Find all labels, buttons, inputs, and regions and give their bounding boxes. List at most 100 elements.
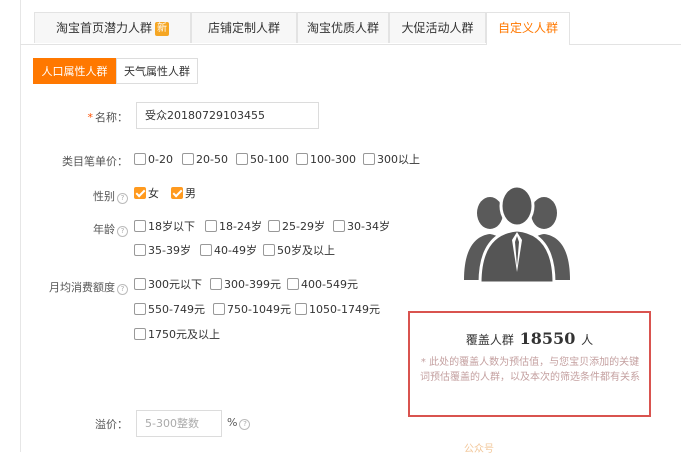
subtab-demographic[interactable]: 人口属性人群 <box>33 58 116 84</box>
category-price-label: 类目笔单价： <box>62 155 128 168</box>
tab-custom[interactable]: 自定义人群 <box>486 12 570 45</box>
tab-quality[interactable]: 淘宝优质人群 <box>297 12 389 43</box>
checkbox-icon <box>200 244 212 256</box>
checkbox-label: 40-49岁 <box>214 244 257 257</box>
name-input[interactable]: 受众20180729103455 <box>136 102 319 129</box>
checkbox-spend-4[interactable]: 750-1049元 <box>213 302 291 318</box>
coverage-note: * 此处的覆盖人数为预估值，与您宝贝添加的关键词预估覆盖的人群，以及本次的筛选条… <box>420 357 640 383</box>
tab-label: 自定义人群 <box>497 21 558 35</box>
checkbox-label: 18岁以下 <box>148 220 195 233</box>
checkbox-label: 女 <box>148 187 159 200</box>
checkbox-age-2[interactable]: 25-29岁 <box>268 219 325 235</box>
checkbox-spend-5[interactable]: 1050-1749元 <box>295 302 380 318</box>
coverage-summary: 覆盖人群 18550 人 <box>410 329 649 348</box>
checkbox-label: 550-749元 <box>148 303 205 316</box>
checkbox-age-5[interactable]: 40-49岁 <box>200 243 257 259</box>
checkbox-label: 300以上 <box>377 153 420 166</box>
checkbox-spend-2[interactable]: 400-549元 <box>287 277 358 293</box>
help-icon[interactable]: ? <box>117 226 128 237</box>
people-group-icon <box>464 184 570 285</box>
checkbox-category-1[interactable]: 20-50 <box>182 152 228 168</box>
checkbox-gender-male[interactable]: 男 <box>171 186 196 202</box>
checkbox-spend-3[interactable]: 550-749元 <box>134 302 205 318</box>
checkbox-icon <box>236 153 248 165</box>
checkbox-category-3[interactable]: 100-300 <box>296 152 356 168</box>
checkbox-label: 25-29岁 <box>282 220 325 233</box>
spend-label: 月均消费额度? <box>20 279 128 295</box>
checkbox-icon <box>182 153 194 165</box>
checkbox-label: 男 <box>185 187 196 200</box>
checkbox-label: 20-50 <box>196 153 228 166</box>
checkbox-label: 750-1049元 <box>227 303 291 316</box>
top-tab-bar: 淘宝首页潜力人群新 店铺定制人群 淘宝优质人群 大促活动人群 自定义人群 <box>20 12 681 45</box>
checkbox-icon <box>333 220 345 232</box>
checkbox-label: 100-300 <box>310 153 356 166</box>
subtab-label: 人口属性人群 <box>41 65 108 78</box>
checkbox-label: 1050-1749元 <box>309 303 380 316</box>
premium-label: 溢价： <box>95 418 128 431</box>
checkbox-age-6[interactable]: 50岁及以上 <box>263 243 335 259</box>
checkbox-label: 300元以下 <box>148 278 202 291</box>
checkbox-label: 18-24岁 <box>219 220 262 233</box>
checkbox-icon <box>134 303 146 315</box>
age-label-text: 年龄 <box>93 223 115 236</box>
premium-unit-text: % <box>227 416 238 429</box>
tab-label: 淘宝首页潜力人群 <box>55 21 152 35</box>
subtab-label: 天气属性人群 <box>124 65 190 78</box>
checkbox-label: 50岁及以上 <box>277 244 335 257</box>
checkbox-age-3[interactable]: 30-34岁 <box>333 219 390 235</box>
required-mark: * <box>87 111 94 124</box>
checkbox-icon <box>295 303 307 315</box>
checkbox-icon <box>268 220 280 232</box>
help-icon[interactable]: ? <box>239 419 251 430</box>
checkbox-checked-icon <box>134 187 146 199</box>
checkbox-icon <box>205 220 217 232</box>
help-icon[interactable]: ? <box>117 193 128 204</box>
checkbox-icon <box>134 244 146 256</box>
new-badge: 新 <box>155 22 169 36</box>
checkbox-age-4[interactable]: 35-39岁 <box>134 243 191 259</box>
premium-unit: %? <box>227 416 251 430</box>
checkbox-icon <box>134 153 146 165</box>
checkbox-label: 35-39岁 <box>148 244 191 257</box>
subtab-weather[interactable]: 天气属性人群 <box>116 58 198 84</box>
gender-label: 性别? <box>60 188 128 204</box>
checkbox-category-0[interactable]: 0-20 <box>134 152 173 168</box>
checkbox-spend-6[interactable]: 1750元及以上 <box>134 327 220 343</box>
help-icon[interactable]: ? <box>117 284 128 295</box>
checkbox-category-2[interactable]: 50-100 <box>236 152 289 168</box>
checkbox-icon <box>296 153 308 165</box>
checkbox-label: 1750元及以上 <box>148 328 220 341</box>
checkbox-icon <box>134 220 146 232</box>
tab-label: 店铺定制人群 <box>207 21 280 35</box>
checkbox-label: 300-399元 <box>224 278 281 291</box>
checkbox-spend-1[interactable]: 300-399元 <box>210 277 281 293</box>
checkbox-label: 50-100 <box>250 153 289 166</box>
premium-input[interactable]: 5-300整数 <box>136 410 222 437</box>
checkbox-label: 0-20 <box>148 153 173 166</box>
name-label-text: 名称： <box>95 111 128 124</box>
checkbox-icon <box>134 328 146 340</box>
tab-homepage-potential[interactable]: 淘宝首页潜力人群新 <box>34 12 191 43</box>
checkbox-age-0[interactable]: 18岁以下 <box>134 219 195 235</box>
age-label: 年龄? <box>60 221 128 237</box>
checkbox-spend-0[interactable]: 300元以下 <box>134 277 202 293</box>
tab-promotion[interactable]: 大促活动人群 <box>389 12 486 43</box>
checkbox-category-4[interactable]: 300以上 <box>363 152 420 168</box>
checkbox-icon <box>287 278 299 290</box>
checkbox-checked-icon <box>171 187 183 199</box>
tab-label: 淘宝优质人群 <box>306 21 379 35</box>
coverage-panel: 覆盖人群 18550 人 * 此处的覆盖人数为预估值，与您宝贝添加的关键词预估覆… <box>408 311 651 417</box>
checkbox-age-1[interactable]: 18-24岁 <box>205 219 262 235</box>
tab-label: 大促活动人群 <box>401 21 474 35</box>
checkbox-icon <box>263 244 275 256</box>
coverage-count: 18550 <box>519 329 576 348</box>
checkbox-label: 30-34岁 <box>347 220 390 233</box>
tab-store-custom[interactable]: 店铺定制人群 <box>191 12 297 43</box>
checkbox-icon <box>210 278 222 290</box>
checkbox-gender-female[interactable]: 女 <box>134 186 159 202</box>
spend-label-text: 月均消费额度 <box>49 281 115 294</box>
checkbox-label: 400-549元 <box>301 278 358 291</box>
watermark: 公众号 <box>464 444 494 455</box>
coverage-prefix: 覆盖人群 <box>465 333 514 347</box>
